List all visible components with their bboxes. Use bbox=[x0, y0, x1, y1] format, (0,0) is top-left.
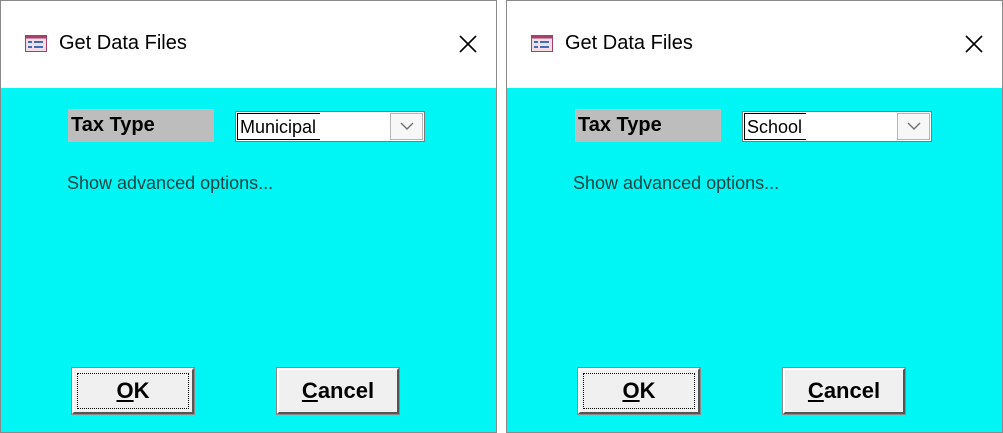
get-data-files-dialog-municipal: Get Data Files Tax Type Municipal Show a… bbox=[0, 0, 497, 433]
dropdown-button[interactable] bbox=[897, 113, 930, 140]
ok-label-rest: K bbox=[133, 378, 150, 403]
dialog-body: Tax Type School Show advanced options...… bbox=[507, 88, 1002, 432]
cancel-label-rest: ancel bbox=[317, 378, 375, 403]
dialog-title: Get Data Files bbox=[59, 32, 187, 54]
dropdown-button[interactable] bbox=[390, 113, 423, 140]
dialog-title: Get Data Files bbox=[565, 32, 693, 54]
get-data-files-dialog-school: Get Data Files Tax Type School Show adva… bbox=[506, 0, 1003, 433]
close-icon bbox=[965, 35, 983, 53]
title-bar[interactable]: Get Data Files bbox=[1, 1, 496, 88]
close-button[interactable] bbox=[956, 27, 992, 61]
tax-type-selected-value[interactable]: Municipal bbox=[237, 113, 321, 140]
dialog-body: Tax Type Municipal Show advanced options… bbox=[1, 88, 496, 432]
close-button[interactable] bbox=[450, 27, 486, 61]
screenshot-stage: Get Data Files Tax Type Municipal Show a… bbox=[0, 0, 1003, 433]
show-advanced-options-link[interactable]: Show advanced options... bbox=[67, 173, 273, 194]
title-bar[interactable]: Get Data Files bbox=[507, 1, 1002, 88]
form-window-icon bbox=[531, 35, 553, 52]
ok-button[interactable]: OK bbox=[577, 367, 701, 415]
show-advanced-options-link[interactable]: Show advanced options... bbox=[573, 173, 779, 194]
ok-access-key: O bbox=[116, 378, 134, 403]
tax-type-combobox[interactable]: Municipal bbox=[235, 111, 425, 142]
cancel-label-rest: ancel bbox=[823, 378, 881, 403]
close-icon bbox=[459, 35, 477, 53]
ok-label-rest: K bbox=[639, 378, 656, 403]
tax-type-label: Tax Type bbox=[68, 109, 214, 142]
tax-type-combobox[interactable]: School bbox=[742, 111, 932, 142]
tax-type-label: Tax Type bbox=[575, 109, 721, 142]
tax-type-selected-value[interactable]: School bbox=[744, 113, 807, 140]
cancel-access-key: C bbox=[807, 378, 824, 403]
ok-access-key: O bbox=[622, 378, 640, 403]
chevron-down-icon bbox=[400, 122, 413, 130]
cancel-button[interactable]: Cancel bbox=[782, 367, 906, 415]
form-window-icon bbox=[25, 35, 47, 52]
cancel-access-key: C bbox=[301, 378, 318, 403]
cancel-button[interactable]: Cancel bbox=[276, 367, 400, 415]
ok-button[interactable]: OK bbox=[71, 367, 195, 415]
chevron-down-icon bbox=[907, 122, 920, 130]
